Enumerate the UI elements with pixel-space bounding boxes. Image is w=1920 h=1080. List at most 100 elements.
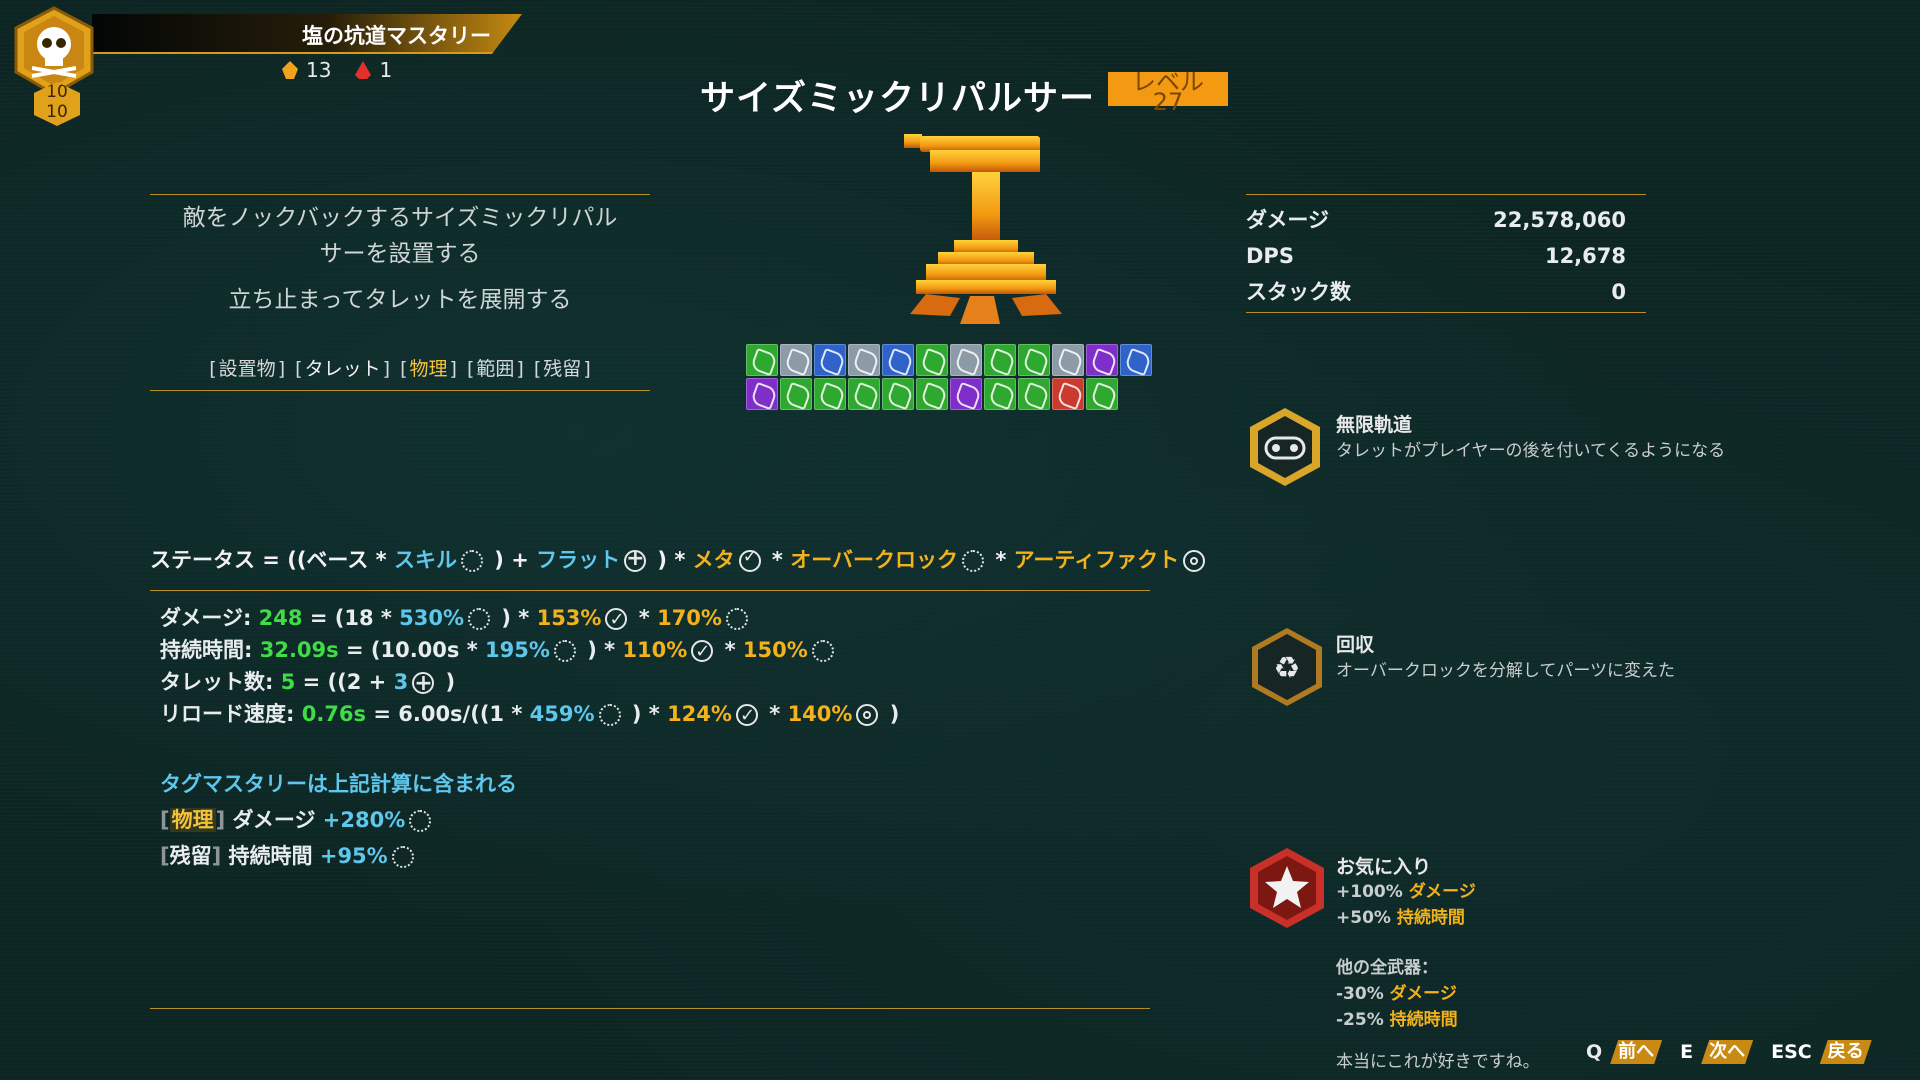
- key-q: Q: [1586, 1041, 1603, 1063]
- prev-button[interactable]: 前へ: [1610, 1040, 1662, 1064]
- formula-meta: メタ: [692, 548, 735, 572]
- mod-icon[interactable]: [1052, 378, 1084, 410]
- tag-linger: [残留]: [533, 358, 591, 380]
- description-line: 敵をノックバックするサイズミックリパル: [182, 205, 618, 231]
- mod-icon[interactable]: [1120, 344, 1152, 376]
- mod-icon[interactable]: [1018, 344, 1050, 376]
- mod-icon[interactable]: [848, 344, 880, 376]
- artifact-icon: [1183, 550, 1206, 572]
- formula-artifact: アーティファクト: [1013, 548, 1180, 572]
- mastery-banner: 塩の坑道マスタリー 13 1: [92, 10, 532, 82]
- mod-icon[interactable]: [882, 378, 914, 410]
- stat-row-dps: DPS 12,678: [1246, 244, 1626, 268]
- flat-icon: [624, 546, 647, 572]
- mod-icon[interactable]: [746, 344, 778, 376]
- infinite-track-icon: [1248, 406, 1322, 488]
- mod-icon[interactable]: [848, 378, 880, 410]
- infinite-track-desc: タレットがプレイヤーの後を付いてくるようになる: [1336, 441, 1726, 461]
- mod-icon[interactable]: [1086, 378, 1118, 410]
- mod-icon[interactable]: [916, 344, 948, 376]
- mod-icon[interactable]: [950, 378, 982, 410]
- overclock-icon: [811, 640, 834, 662]
- description-top-divider: [150, 194, 650, 195]
- svg-text:♻: ♻: [1274, 651, 1301, 686]
- skill-icon: [468, 608, 491, 630]
- red-count: 1: [379, 58, 393, 82]
- formula-overclock: オーバークロック: [790, 548, 959, 572]
- back-button[interactable]: 戻る: [1820, 1040, 1872, 1064]
- formula-divider: [150, 590, 1150, 591]
- skill-icon: [391, 846, 414, 868]
- mod-icon[interactable]: [1086, 344, 1118, 376]
- weapon-level-badge: レベル 27: [1108, 70, 1228, 114]
- tag-mastery-section: タグマスタリーは上記計算に含まれる [物理] ダメージ +280% [残留] 持…: [160, 766, 517, 874]
- mod-grid: [746, 344, 1156, 410]
- calc-turrets: タレット数: 5 = ((2 + 3 ): [160, 666, 899, 700]
- stat-formula: ステータス = ((ベース * スキル ) + フラット ) * メタ * オー…: [150, 544, 1209, 574]
- tag-placeable: [設置物]: [209, 358, 286, 380]
- infinite-track-title: 無限軌道: [1336, 414, 1413, 436]
- tag-area: [範囲]: [466, 358, 524, 380]
- tag-mastery-row: [残留] 持続時間 +95%: [160, 838, 517, 874]
- mod-icon[interactable]: [984, 378, 1016, 410]
- mod-icon[interactable]: [814, 378, 846, 410]
- tag-mastery-row: [物理] ダメージ +280%: [160, 802, 517, 838]
- stats-top-divider: [1246, 194, 1646, 195]
- artifact-icon: [856, 704, 879, 726]
- mod-icon[interactable]: [950, 344, 982, 376]
- mod-icon[interactable]: [1052, 344, 1084, 376]
- turret-image: [890, 128, 1080, 338]
- gold-resource: 13: [282, 58, 331, 82]
- gold-ore-icon: [282, 60, 298, 79]
- bottom-divider: [150, 1008, 1150, 1009]
- skill-icon: [553, 640, 576, 662]
- weapon-name: サイズミックリパルサー: [700, 79, 1095, 119]
- weapon-description: 敵をノックバックするサイズミックリパル サーを設置する 立ち止まってタレットを展…: [150, 200, 650, 318]
- meta-icon: [735, 700, 758, 732]
- mod-icon[interactable]: [1018, 378, 1050, 410]
- overclock-icon: [725, 608, 748, 630]
- recycle-icon: ♻: [1250, 626, 1324, 708]
- recycle-desc: オーバークロックを分解してパーツに変えた: [1336, 661, 1675, 681]
- weapon-tags: [設置物] [タレット] [物理] [範囲] [残留]: [150, 354, 650, 381]
- gold-count: 13: [306, 58, 332, 82]
- calc-damage: ダメージ: 248 = (18 * 530% ) * 153% * 170%: [160, 602, 899, 636]
- stats-bottom-divider: [1246, 312, 1646, 313]
- skill-icon: [409, 810, 432, 832]
- mastery-level-max: 10: [46, 102, 68, 122]
- mod-icon[interactable]: [746, 378, 778, 410]
- next-button[interactable]: 次へ: [1701, 1040, 1753, 1064]
- formula-skill: スキル: [393, 548, 457, 572]
- favorite-title: お気に入り: [1336, 856, 1432, 878]
- mod-icon[interactable]: [780, 378, 812, 410]
- stats-table: ダメージ 22,578,060 DPS 12,678 スタック数 0: [1246, 202, 1626, 310]
- red-ore-icon: [355, 60, 372, 79]
- key-esc: ESC: [1771, 1041, 1812, 1063]
- key-hints: Q 前へ E 次へ ESC 戻る: [1586, 1040, 1872, 1064]
- description-bottom-divider: [150, 390, 650, 391]
- skull-icon: [12, 6, 96, 96]
- meta-icon: [738, 546, 761, 572]
- overclock-icon: [962, 550, 985, 572]
- mod-icon[interactable]: [916, 378, 948, 410]
- mod-icon[interactable]: [984, 344, 1016, 376]
- tag-turret: [タレット]: [295, 358, 391, 380]
- meta-icon: [605, 604, 628, 636]
- level-value: 27: [1152, 88, 1184, 116]
- mod-icon[interactable]: [780, 344, 812, 376]
- mod-icon[interactable]: [882, 344, 914, 376]
- formula-flat: フラット: [536, 548, 621, 572]
- mod-icon[interactable]: [814, 344, 846, 376]
- red-resource: 1: [355, 58, 392, 82]
- flat-icon: [412, 668, 435, 700]
- description-line: サーを設置する: [319, 241, 481, 267]
- stat-calculations: ダメージ: 248 = (18 * 530% ) * 153% * 170% 持…: [160, 602, 899, 732]
- tag-mastery-heading: タグマスタリーは上記計算に含まれる: [160, 772, 517, 796]
- recycle-title: 回収: [1336, 634, 1375, 656]
- favorite-details: +100% ダメージ +50% 持続時間 他の全武器： -30% ダメージ -2…: [1336, 882, 1540, 1072]
- stat-row-stacks: スタック数 0: [1246, 280, 1626, 304]
- skill-icon: [598, 704, 621, 726]
- mastery-title: 塩の坑道マスタリー: [302, 24, 491, 48]
- meta-icon: [691, 636, 714, 668]
- calc-reload: リロード速度: 0.76s = 6.00s/((1 * 459% ) * 124…: [160, 698, 899, 732]
